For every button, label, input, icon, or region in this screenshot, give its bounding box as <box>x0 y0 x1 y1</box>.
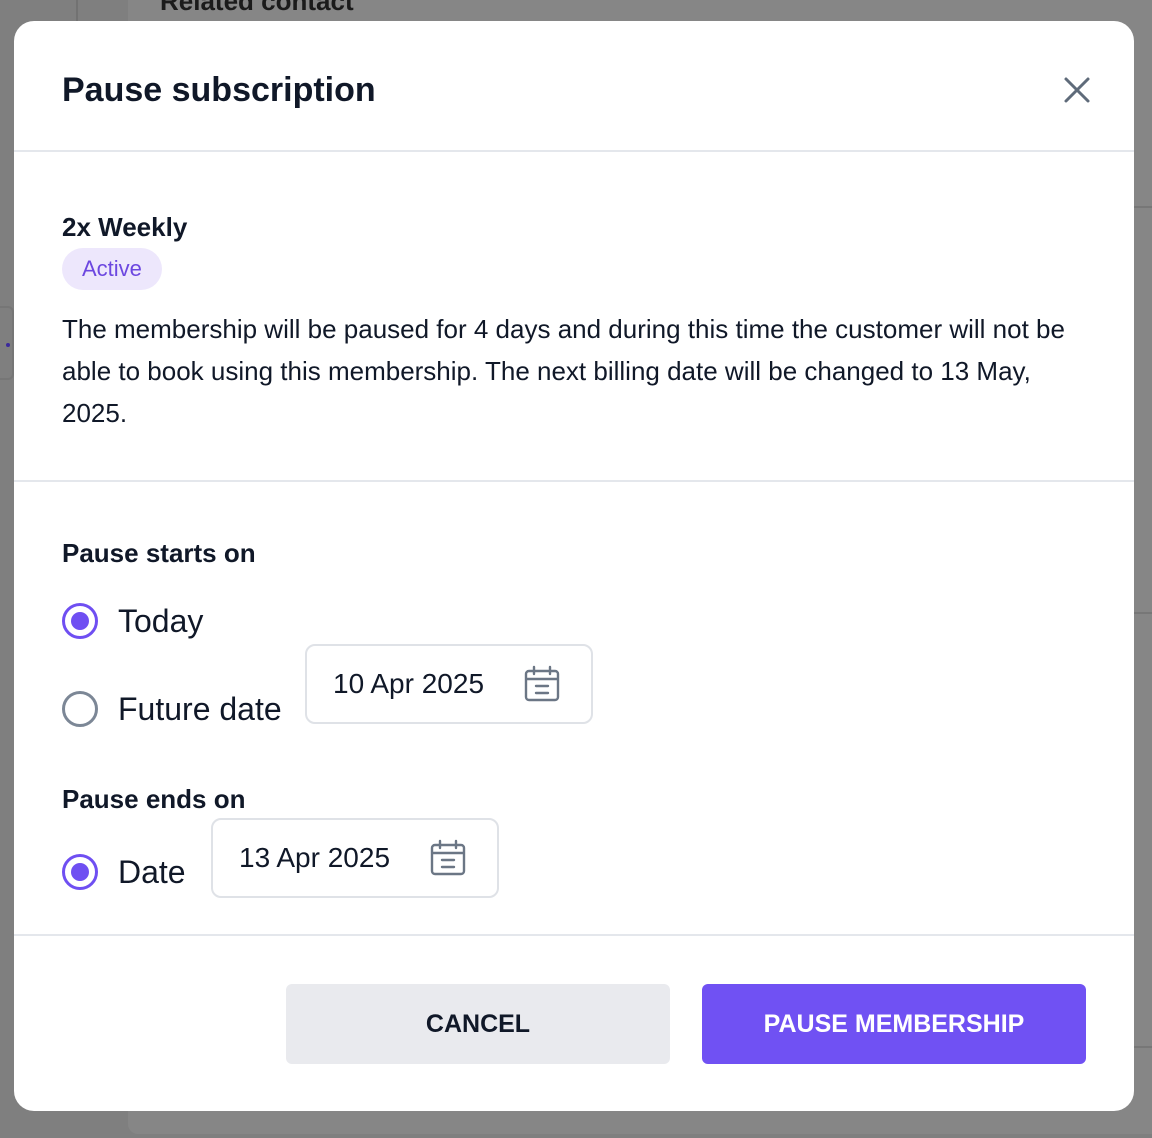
radio-selected-dot <box>71 863 89 881</box>
close-button[interactable] <box>1060 73 1094 107</box>
radio-option-today[interactable]: Today <box>62 586 203 656</box>
end-date-input[interactable]: 13 Apr 2025 <box>211 818 499 898</box>
pause-subscription-dialog: Pause subscription 2x Weekly Active The … <box>14 21 1134 1111</box>
close-icon <box>1064 77 1090 103</box>
radio-option-future-date[interactable]: Future date <box>62 674 282 744</box>
dialog-footer: CANCEL PAUSE MEMBERSHIP <box>14 936 1134 1111</box>
membership-info-section: 2x Weekly Active The membership will be … <box>14 152 1134 482</box>
pause-start-label: Pause starts on <box>62 538 256 568</box>
radio-label-today: Today <box>118 602 204 639</box>
background-rule <box>1134 206 1152 208</box>
pause-membership-button[interactable]: PAUSE MEMBERSHIP <box>702 984 1086 1064</box>
pause-end-label: Pause ends on <box>62 784 246 814</box>
radio-button-date[interactable] <box>62 854 98 890</box>
radio-label-future-date: Future date <box>118 690 282 727</box>
future-date-input[interactable]: 10 Apr 2025 <box>305 644 593 724</box>
end-date-value: 13 Apr 2025 <box>239 842 391 873</box>
background-heading: Related contact <box>160 0 354 16</box>
calendar-icon[interactable] <box>429 839 467 877</box>
pause-description: The membership will be paused for 4 days… <box>62 314 1065 428</box>
cancel-button[interactable]: CANCEL <box>286 984 670 1064</box>
background-rule <box>1134 1046 1152 1048</box>
background-rule <box>1134 612 1152 614</box>
pause-dates-section: Pause starts on Today Future date 10 Apr… <box>14 482 1134 936</box>
plan-name: 2x Weekly <box>62 212 188 242</box>
dialog-header: Pause subscription <box>14 21 1134 152</box>
background-divider <box>76 0 78 22</box>
background-dot <box>6 343 10 347</box>
dialog-title: Pause subscription <box>62 71 376 109</box>
radio-label-date: Date <box>118 853 186 890</box>
radio-option-date[interactable]: Date <box>62 842 186 902</box>
radio-button-future-date[interactable] <box>62 691 98 727</box>
future-date-value: 10 Apr 2025 <box>333 668 485 699</box>
radio-button-today[interactable] <box>62 603 98 639</box>
radio-selected-dot <box>71 612 89 630</box>
calendar-icon[interactable] <box>523 665 561 703</box>
status-badge: Active <box>62 248 162 290</box>
